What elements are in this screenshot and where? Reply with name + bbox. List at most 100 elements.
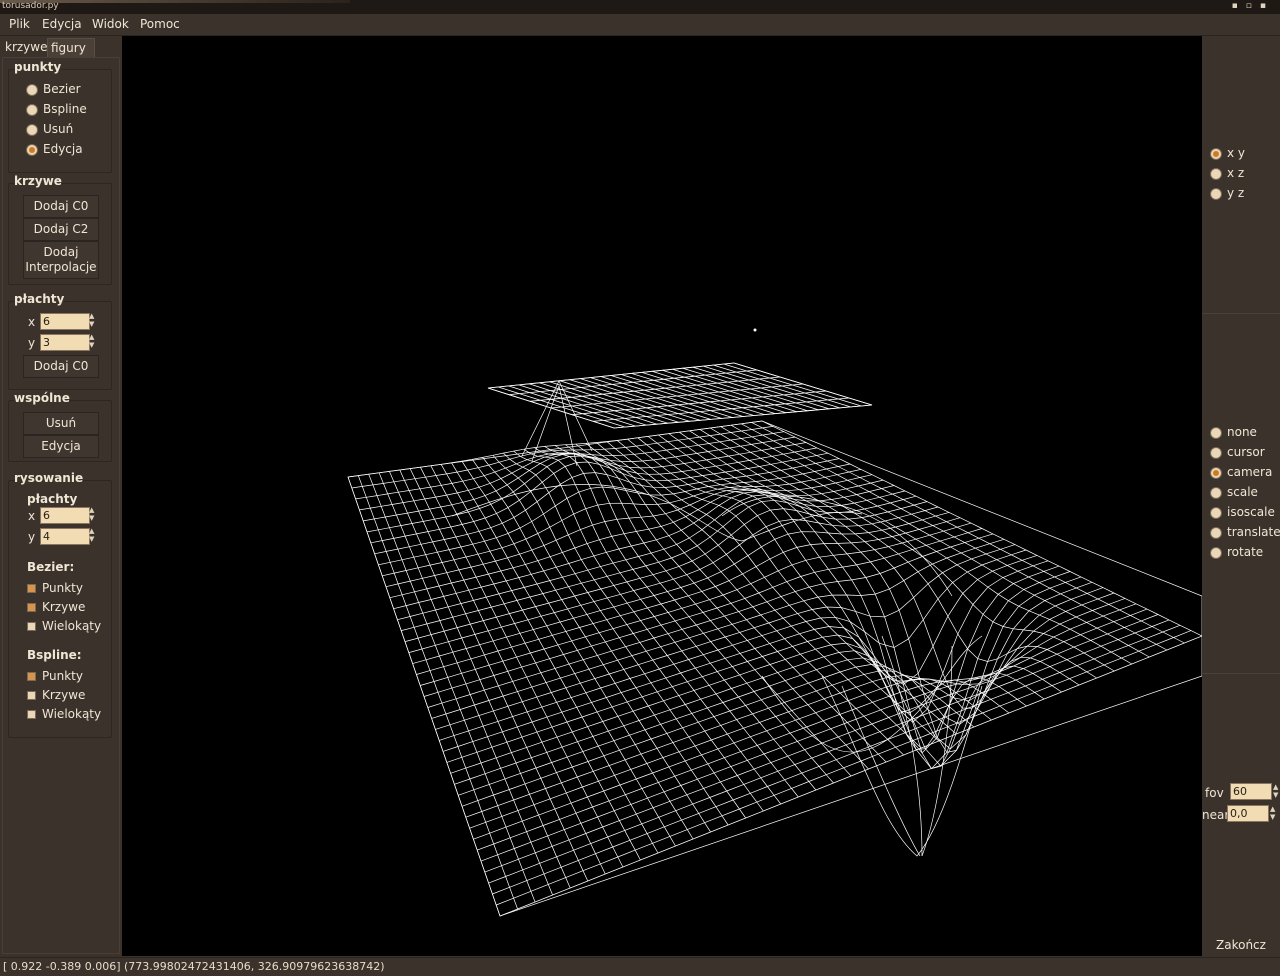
checkbox-box [27, 622, 36, 631]
status-text: [ 0.922 -0.389 0.006] (773.9980247243140… [3, 960, 385, 973]
add-c2-curve-button[interactable]: Dodaj C2 [23, 218, 99, 241]
gl-viewport[interactable] [122, 36, 1203, 956]
menu-edycja[interactable]: Edycja [42, 17, 82, 31]
checkbox-box [27, 672, 36, 681]
radio-label: Edycja [43, 142, 83, 156]
spin-arrows-icon[interactable]: ▲ ▼ [1270, 805, 1275, 821]
right-panel: x y x z y z none cursor camera scale iso… [1202, 36, 1280, 956]
lower-patch-wireframe [347, 420, 1203, 917]
left-panel: krzywe figury punkty Bezier Bspline Usuń… [0, 36, 122, 956]
grid-line [534, 447, 817, 791]
checkbox-label: Krzywe [42, 600, 86, 614]
right-separator [1202, 673, 1280, 674]
radio-dot [1210, 527, 1222, 539]
add-c0-curve-button[interactable]: Dodaj C0 [23, 195, 99, 218]
add-interpolation-button[interactable]: Dodaj Interpolacje [23, 241, 99, 279]
near-input[interactable] [1227, 805, 1269, 822]
grid-line [404, 501, 928, 642]
grid-line [393, 485, 895, 610]
grid-line [637, 437, 992, 721]
fov-label: fov [1205, 786, 1224, 800]
near-label: near [1202, 808, 1230, 822]
bspline-label: Bspline: [27, 648, 82, 662]
fov-input[interactable] [1230, 783, 1272, 800]
radio-label: isoscale [1227, 505, 1275, 519]
spin-arrows-icon[interactable]: ▲ ▼ [89, 527, 94, 543]
edit-button[interactable]: Edycja [23, 435, 99, 458]
radio-label: Usuń [43, 122, 74, 136]
menu-pomoc[interactable]: Pomoc [140, 17, 180, 31]
plachty-x-input[interactable] [40, 313, 90, 330]
upper-patch-wireframe [487, 362, 873, 429]
radio-dot [1210, 487, 1222, 499]
grid-line [658, 434, 1027, 750]
radio-label: camera [1227, 465, 1273, 479]
radio-dot-selected [26, 144, 38, 156]
grid-line [488, 619, 1170, 884]
radio-label: x y [1227, 146, 1246, 160]
grid-line [378, 463, 851, 566]
minimize-icon[interactable]: ▪ [1232, 1, 1246, 11]
wspolne-group-label: wspólne [14, 391, 70, 405]
close-icon[interactable]: ▪ [1260, 1, 1274, 11]
grid-line [647, 436, 1010, 714]
checkbox-box [27, 584, 36, 593]
spin-arrows-icon[interactable]: ▲ ▼ [89, 333, 94, 349]
bezier-label: Bezier: [27, 560, 75, 574]
grid-line [523, 448, 799, 798]
radio-dot-selected [1210, 467, 1222, 479]
grid-line [382, 469, 862, 577]
menu-widok[interactable]: Widok [92, 17, 129, 31]
window-controls: ▪▫▪ [1232, 1, 1274, 11]
grid-line [473, 598, 1126, 840]
right-separator [1202, 313, 1280, 314]
grid-line [503, 452, 764, 812]
grid-line [389, 479, 884, 599]
grid-line [401, 495, 917, 631]
grid-line [366, 447, 818, 533]
maximize-icon[interactable]: ▫ [1246, 1, 1260, 11]
checkbox-label: Punkty [42, 581, 83, 595]
radio-dot [26, 84, 38, 96]
grid-line [423, 528, 983, 697]
radio-dot [1210, 507, 1222, 519]
checkbox-box [27, 691, 36, 700]
spin-arrows-icon[interactable]: ▲ ▼ [89, 312, 94, 328]
grid-line [458, 576, 1082, 796]
spin-arrows-icon[interactable]: ▲ ▼ [89, 506, 94, 522]
grid-line [484, 614, 1159, 873]
grid-line [446, 560, 1049, 763]
radio-label: none [1227, 425, 1257, 439]
radio-dot [1210, 427, 1222, 439]
radio-dot [1210, 547, 1222, 559]
rysowanie-plachty-label: płachty [27, 492, 78, 506]
add-c0-patch-button[interactable]: Dodaj C0 [23, 355, 99, 378]
spin-label: y [28, 530, 36, 544]
spin-label: x [28, 509, 36, 523]
grid-line [496, 630, 1192, 906]
grid-line [544, 446, 834, 784]
menu-plik[interactable]: Plik [9, 17, 30, 31]
radio-label: y z [1227, 186, 1245, 200]
radio-label: scale [1227, 485, 1258, 499]
menubar: Plik Edycja Widok Pomoc [0, 14, 1280, 36]
radio-dot [26, 124, 38, 136]
radio-dot [26, 104, 38, 116]
radio-label: translate [1227, 525, 1280, 539]
rysowanie-x-input[interactable] [40, 507, 90, 524]
grid-line [351, 426, 774, 489]
delete-button[interactable]: Usuń [23, 412, 99, 435]
tab-krzywe[interactable]: krzywe [2, 38, 51, 57]
radio-label: cursor [1227, 445, 1265, 459]
rysowanie-y-input[interactable] [40, 528, 90, 545]
spin-label: y [28, 336, 36, 350]
radio-dot-selected [1210, 148, 1222, 160]
tab-figury[interactable]: figury [47, 38, 95, 58]
spin-arrows-icon[interactable]: ▲ ▼ [1273, 783, 1278, 799]
plachty-y-input[interactable] [40, 334, 90, 351]
checkbox-box [27, 603, 36, 612]
quit-button[interactable]: Zakończ [1206, 935, 1276, 955]
checkbox-box [27, 710, 36, 719]
grid-line [513, 450, 782, 805]
radio-label: rotate [1227, 545, 1264, 559]
